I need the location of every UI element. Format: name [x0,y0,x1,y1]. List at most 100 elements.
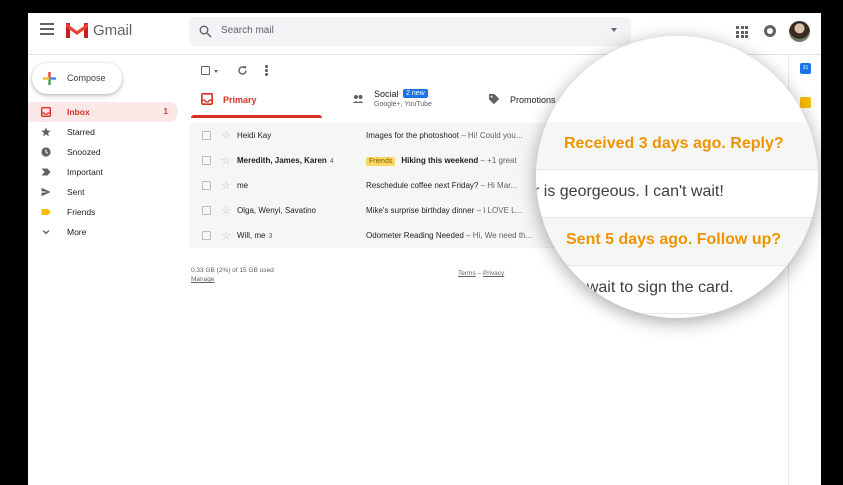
tab-label: Promotions [510,95,556,105]
apps-grid-icon[interactable] [736,26,748,38]
star-toggle-icon[interactable]: ☆ [221,204,231,217]
thread-count: 4 [329,158,334,165]
gmail-window: Gmail Search mail Compose Inbox 1 Starre… [28,13,821,485]
sidebar-item-friends[interactable]: Friends [28,202,178,222]
row-checkbox[interactable] [202,206,211,215]
sidebar-item-label: Inbox [67,107,90,117]
active-tab-indicator [191,115,322,118]
nudge-row: Received 3 days ago. Reply? [536,122,818,170]
more-actions-icon[interactable] [265,65,268,77]
search-bar[interactable]: Search mail [189,17,631,46]
email-snippet: – Hi, We need th... [463,231,533,240]
email-preview: Reschedule coffee next Friday? – Hi Mar.… [366,181,517,190]
storage-text: 0.33 GB (2%) of 15 GB used [191,267,274,274]
search-options-icon[interactable] [611,28,617,32]
chevron-down-icon [42,230,50,235]
sidebar-item-sent[interactable]: Sent [28,182,178,202]
star-icon [41,127,51,137]
sidebar-item-label: More [67,227,87,237]
sidebar-item-label: Important [67,167,103,177]
row-checkbox[interactable] [202,156,211,165]
magnifier-callout: Received 3 days ago. Reply? r is georgeo… [536,36,818,318]
account-avatar[interactable] [789,21,810,42]
clock-icon [41,147,51,157]
email-label-chip[interactable]: Friends [366,157,396,166]
email-preview: Odometer Reading Needed – Hi, We need th… [366,231,532,240]
compose-plus-icon [43,72,56,85]
compose-button[interactable]: Compose [32,63,122,94]
gmail-logo-icon[interactable] [66,21,88,39]
people-icon [352,95,364,103]
star-toggle-icon[interactable]: ☆ [221,179,231,192]
sidebar-item-label: Friends [67,207,96,217]
terms-link[interactable]: Terms [458,270,476,277]
inbox-icon [41,107,51,117]
manage-storage-link[interactable]: Manage [191,276,215,283]
privacy-link[interactable]: Privacy [483,270,504,277]
search-placeholder[interactable]: Search mail [221,25,274,36]
calendar-icon[interactable]: 31 [800,63,811,74]
row-checkbox[interactable] [202,131,211,140]
footer-separator: – [475,270,483,277]
sidebar-item-label: Sent [67,187,85,197]
inbox-icon [201,93,213,105]
sidebar-item-inbox[interactable]: Inbox 1 [28,102,178,122]
sidebar-item-important[interactable]: Important [28,162,178,182]
row-checkbox[interactable] [202,231,211,240]
magnified-snippet-row: r is georgeous. I can't wait! [536,170,818,218]
thread-count: 3 [268,233,273,240]
sidebar-item-more[interactable]: More [28,222,178,242]
follow-up-nudge-text: Sent 5 days ago. Follow up? [566,231,782,248]
important-icon [41,168,51,176]
email-sender: Olga, Wenyi, Savatino [237,206,317,215]
inbox-unread-count: 1 [163,107,168,116]
email-snippet: – +1 great [478,156,517,165]
footer-links: Terms – Privacy [458,270,504,277]
brand-name: Gmail [93,22,133,39]
email-preview: Images for the photoshoot – Hi! Could yo… [366,131,523,140]
tab-social[interactable]: Social 2 new Google+, YouTube [352,87,472,119]
tab-sources: Google+, YouTube [374,101,432,108]
email-sender: Meredith, James, Karen 4 [237,156,334,165]
search-icon [199,25,212,38]
tab-label: Social [374,89,399,99]
send-icon [41,187,51,197]
magnified-snippet-text: n't wait to sign the card. [566,279,734,296]
refresh-icon[interactable] [237,65,248,76]
email-subject: Mike's surprise birthday dinner [366,206,475,215]
main-menu-icon[interactable] [40,23,54,38]
label-icon [41,209,51,215]
select-all-checkbox[interactable] [201,66,210,75]
email-snippet: – Hi! Could you... [458,131,523,140]
email-sender: Heidi Kay [237,131,272,140]
email-snippet: – Hi Mar... [478,181,518,190]
tag-icon [489,94,500,105]
magnified-snippet-row: n't wait to sign the card. [536,266,818,314]
email-subject: Odometer Reading Needed [366,231,464,240]
email-subject: Images for the photoshoot [366,131,459,140]
nudge-row: Sent 5 days ago. Follow up? [536,218,818,266]
email-subject: Reschedule coffee next Friday? [366,181,479,190]
sidebar-item-starred[interactable]: Starred [28,122,178,142]
email-preview: Mike's surprise birthday dinner – I LOVE… [366,206,522,215]
star-toggle-icon[interactable]: ☆ [221,229,231,242]
keep-icon[interactable] [800,97,811,108]
email-sender: Will, me 3 [237,231,273,240]
email-preview: Friends Hiking this weekend – +1 great [366,156,517,166]
row-checkbox[interactable] [202,181,211,190]
sidebar-item-label: Starred [67,127,95,137]
notifications-icon[interactable] [764,25,776,37]
storage-usage: 0.33 GB (2%) of 15 GB used Manage [191,266,274,284]
sidebar-item-label: Snoozed [67,147,101,157]
compose-label: Compose [67,73,106,83]
tab-primary[interactable]: Primary [191,87,322,119]
sidebar-item-snoozed[interactable]: Snoozed [28,142,178,162]
select-options-icon[interactable] [214,70,218,73]
reply-nudge-text: Received 3 days ago. Reply? [564,135,784,152]
star-toggle-icon[interactable]: ☆ [221,154,231,167]
email-subject: Hiking this weekend [401,156,479,165]
email-sender: me [237,181,249,190]
star-toggle-icon[interactable]: ☆ [221,129,231,142]
email-snippet: – I LOVE L... [474,206,523,215]
tab-label: Primary [223,95,257,105]
